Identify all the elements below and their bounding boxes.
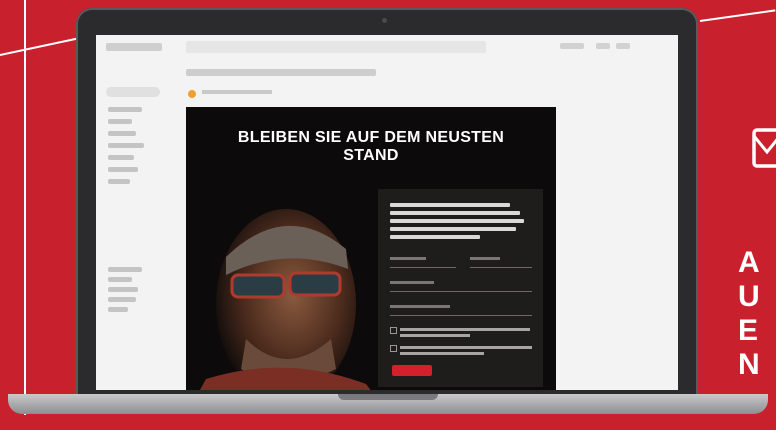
sidebar-label-item[interactable] — [108, 297, 136, 302]
promo-text: A U E N — [738, 246, 761, 382]
newsletter-email: BLEIBEN SIE AUF DEM NEUSTEN STAND — [186, 107, 556, 390]
lastname-field[interactable] — [470, 267, 532, 268]
sender-name — [202, 90, 272, 94]
country-select[interactable] — [390, 315, 532, 316]
consent-text — [400, 334, 470, 337]
country-label — [390, 305, 450, 308]
form-intro-text — [390, 211, 520, 215]
sidebar-folder[interactable] — [108, 155, 134, 160]
signup-form — [378, 189, 543, 387]
promo-line: N — [738, 348, 761, 381]
sidebar-label-item[interactable] — [108, 307, 128, 312]
promo-line: E — [738, 314, 760, 347]
search-input[interactable] — [186, 41, 486, 53]
form-intro-text — [390, 203, 510, 207]
worker-portrait — [186, 179, 376, 390]
firstname-field[interactable] — [390, 267, 456, 268]
sender-avatar — [188, 90, 196, 98]
toolbar-item[interactable] — [560, 43, 584, 49]
consent-text — [400, 328, 530, 331]
form-intro-text — [390, 219, 524, 223]
toolbar-item[interactable] — [596, 43, 610, 49]
promo-line: A — [738, 246, 761, 279]
privacy-text — [400, 352, 484, 355]
firstname-label — [390, 257, 426, 260]
accent-line-top-right — [699, 9, 776, 22]
form-intro-text — [390, 235, 480, 239]
sidebar-folder[interactable] — [108, 107, 142, 112]
consent-checkbox[interactable] — [390, 327, 397, 334]
sidebar-folder[interactable] — [108, 119, 132, 124]
sidebar-folder[interactable] — [108, 131, 136, 136]
form-intro-text — [390, 227, 516, 231]
laptop-base — [8, 394, 768, 414]
sidebar-label-item[interactable] — [108, 287, 138, 292]
subscribe-button[interactable] — [392, 365, 432, 376]
mail-logo — [106, 43, 162, 51]
lastname-label — [470, 257, 500, 260]
newsletter-headline: BLEIBEN SIE AUF DEM NEUSTEN STAND — [237, 129, 505, 164]
sidebar-label-item[interactable] — [108, 267, 142, 272]
compose-button[interactable] — [106, 87, 160, 97]
laptop: BLEIBEN SIE AUF DEM NEUSTEN STAND — [76, 8, 698, 396]
email-subject — [186, 69, 376, 76]
sidebar-folder[interactable] — [108, 143, 144, 148]
toolbar-item[interactable] — [616, 43, 630, 49]
company-label — [390, 281, 434, 284]
sidebar-folder[interactable] — [108, 179, 130, 184]
promo-line: U — [738, 280, 761, 313]
sidebar-folder[interactable] — [108, 167, 138, 172]
laptop-notch — [338, 394, 438, 400]
camera — [382, 18, 387, 23]
privacy-checkbox[interactable] — [390, 345, 397, 352]
envelope-icon — [752, 128, 776, 168]
laptop-screen: BLEIBEN SIE AUF DEM NEUSTEN STAND — [96, 35, 678, 390]
privacy-text — [400, 346, 532, 349]
company-field[interactable] — [390, 291, 532, 292]
accent-line-left — [24, 0, 26, 415]
sidebar-label-item[interactable] — [108, 277, 132, 282]
